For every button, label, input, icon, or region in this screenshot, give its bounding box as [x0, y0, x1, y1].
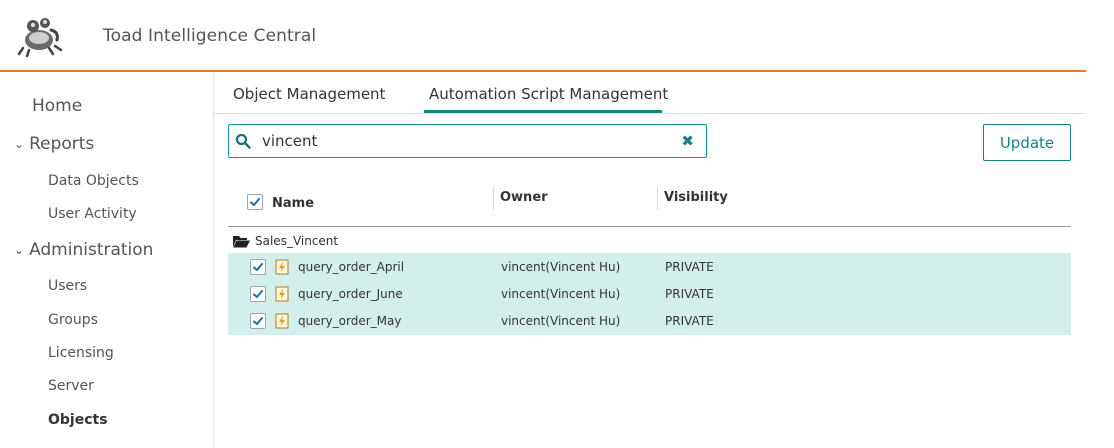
sidebar-item-label: Home [32, 96, 83, 116]
script-file-icon [275, 286, 289, 302]
row-owner: vincent(Vincent Hu) [501, 287, 621, 301]
row-visibility: PRIVATE [665, 260, 714, 274]
row-visibility: PRIVATE [665, 314, 714, 328]
sidebar-item-label: Administration [29, 240, 154, 260]
tab-automation-script-management[interactable]: Automation Script Management [429, 85, 668, 103]
search-box[interactable]: ✖ [228, 124, 707, 158]
row-name: query_order_June [298, 287, 403, 301]
folder-label[interactable]: Sales_Vincent [255, 234, 338, 248]
sidebar-item-server[interactable]: Server [48, 378, 94, 394]
update-button[interactable]: Update [983, 124, 1071, 161]
chevron-down-icon: ⌄ [14, 137, 25, 151]
table-row[interactable]: query_order_April vincent(Vincent Hu) PR… [228, 254, 1071, 281]
sidebar-item-administration[interactable]: ⌄ Administration [14, 240, 153, 260]
folder-open-icon[interactable] [233, 235, 250, 248]
toad-logo-icon[interactable] [17, 10, 65, 58]
column-header-visibility[interactable]: Visibility [664, 190, 728, 205]
check-icon [253, 263, 263, 271]
sidebar-item-label: Reports [29, 134, 95, 154]
tabs-divider [213, 113, 1086, 114]
sidebar-divider [213, 72, 214, 448]
sidebar-item-licensing[interactable]: Licensing [48, 345, 114, 361]
sidebar-item-home[interactable]: Home [32, 96, 82, 116]
row-checkbox[interactable] [250, 313, 266, 329]
sidebar: Home ⌄ Reports Data Objects User Activity… [0, 72, 213, 448]
column-header-name[interactable]: Name [272, 196, 314, 211]
sidebar-item-groups[interactable]: Groups [48, 312, 98, 328]
sidebar-item-objects[interactable]: Objects [48, 412, 108, 428]
row-visibility: PRIVATE [665, 287, 714, 301]
table-header-divider [228, 226, 1071, 227]
sidebar-item-users[interactable]: Users [48, 278, 87, 294]
row-checkbox[interactable] [250, 259, 266, 275]
row-name: query_order_May [298, 314, 402, 328]
column-divider[interactable] [657, 186, 658, 210]
row-owner: vincent(Vincent Hu) [501, 314, 621, 328]
row-owner: vincent(Vincent Hu) [501, 260, 621, 274]
table-row[interactable]: query_order_May vincent(Vincent Hu) PRIV… [228, 308, 1071, 335]
tab-object-management[interactable]: Object Management [233, 85, 385, 103]
check-icon [250, 198, 260, 206]
sidebar-item-data-objects[interactable]: Data Objects [48, 173, 139, 189]
row-name: query_order_April [298, 260, 405, 274]
sidebar-item-reports[interactable]: ⌄ Reports [14, 134, 94, 154]
app-header: Toad Intelligence Central [0, 0, 1114, 72]
column-divider[interactable] [493, 186, 494, 210]
app-title: Toad Intelligence Central [103, 26, 317, 46]
chevron-down-icon: ⌄ [14, 243, 25, 257]
app-window: Toad Intelligence Central Home ⌄ Reports … [0, 0, 1114, 448]
search-icon [235, 133, 251, 149]
check-icon [253, 290, 263, 298]
script-file-icon [275, 259, 289, 275]
search-input[interactable] [262, 129, 662, 153]
script-file-icon [275, 313, 289, 329]
sidebar-item-user-activity[interactable]: User Activity [48, 206, 137, 222]
column-header-owner[interactable]: Owner [500, 190, 548, 205]
close-icon[interactable]: ✖ [681, 132, 694, 150]
table-row[interactable]: query_order_June vincent(Vincent Hu) PRI… [228, 281, 1071, 308]
row-checkbox[interactable] [250, 286, 266, 302]
check-icon [253, 317, 263, 325]
select-all-checkbox[interactable] [247, 194, 263, 210]
